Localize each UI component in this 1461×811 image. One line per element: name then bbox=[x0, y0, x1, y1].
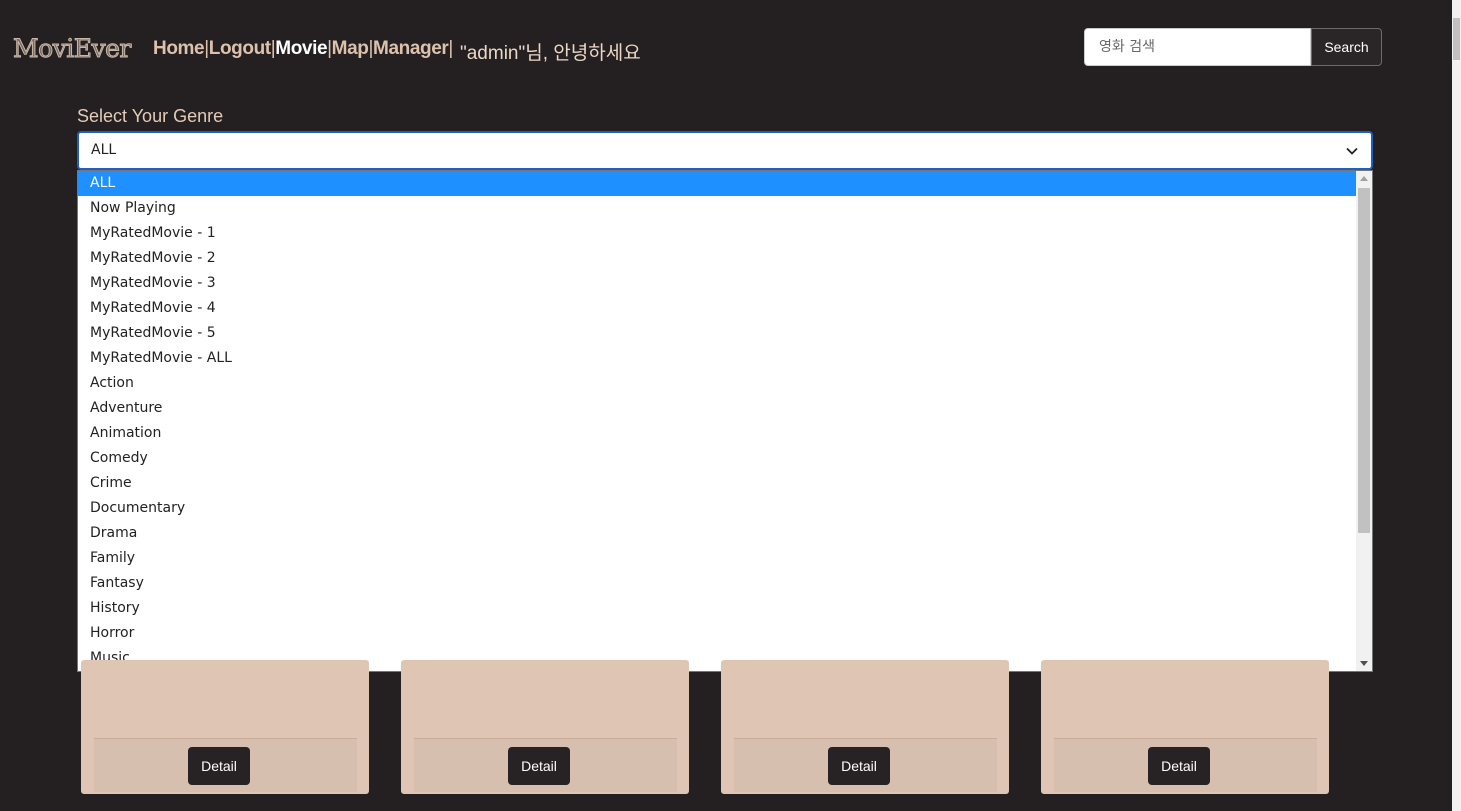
genre-select[interactable]: ALL bbox=[77, 131, 1373, 170]
genre-option[interactable]: MyRatedMovie - 4 bbox=[78, 296, 1356, 321]
genre-option[interactable]: Horror bbox=[78, 621, 1356, 646]
genre-option[interactable]: Documentary bbox=[78, 496, 1356, 521]
genre-select-value: ALL bbox=[91, 142, 117, 158]
genre-option[interactable]: Crime bbox=[78, 471, 1356, 496]
genre-label: Select Your Genre bbox=[77, 106, 224, 126]
scroll-down-arrow-icon[interactable] bbox=[1360, 661, 1368, 666]
genre-option[interactable]: Comedy bbox=[78, 446, 1356, 471]
genre-option[interactable]: MyRatedMovie - 5 bbox=[78, 321, 1356, 346]
dropdown-scrollbar[interactable] bbox=[1356, 171, 1372, 671]
movie-card: Detail bbox=[401, 660, 689, 794]
main-nav: Home|Logout|Movie|Map|Manager| bbox=[153, 38, 453, 60]
nav-home-link[interactable]: Home bbox=[153, 38, 205, 59]
genre-option[interactable]: MyRatedMovie - 3 bbox=[78, 271, 1356, 296]
genre-option[interactable]: Animation bbox=[78, 421, 1356, 446]
nav-logout-link[interactable]: Logout bbox=[209, 38, 271, 59]
nav-map-link[interactable]: Map bbox=[332, 38, 369, 59]
genre-dropdown-list: ALL Now Playing MyRatedMovie - 1 MyRatedMov… bbox=[77, 170, 1373, 672]
nav-separator: | bbox=[448, 38, 453, 59]
dropdown-scrollbar-thumb[interactable] bbox=[1358, 188, 1370, 533]
scroll-up-arrow-icon[interactable] bbox=[1360, 176, 1368, 181]
detail-button[interactable]: Detail bbox=[188, 747, 250, 785]
search-form: Search bbox=[1084, 28, 1382, 66]
genre-option[interactable]: Family bbox=[78, 546, 1356, 571]
genre-option[interactable]: History bbox=[78, 596, 1356, 621]
nav-manager-link[interactable]: Manager bbox=[373, 38, 449, 59]
detail-button[interactable]: Detail bbox=[508, 747, 570, 785]
user-greeting: "admin"님, 안녕하세요 bbox=[460, 43, 641, 64]
search-input[interactable] bbox=[1084, 28, 1311, 66]
genre-option[interactable]: MyRatedMovie - 2 bbox=[78, 246, 1356, 271]
genre-option[interactable]: Adventure bbox=[78, 396, 1356, 421]
page-scrollbar-thumb[interactable] bbox=[1453, 18, 1460, 60]
genre-option[interactable]: Action bbox=[78, 371, 1356, 396]
site-logo[interactable]: MoviEver bbox=[13, 34, 132, 64]
movie-card: Detail bbox=[1041, 660, 1329, 794]
genre-option[interactable]: Drama bbox=[78, 521, 1356, 546]
genre-option[interactable]: Now Playing bbox=[78, 196, 1356, 221]
genre-option[interactable]: Fantasy bbox=[78, 571, 1356, 596]
movie-card: Detail bbox=[81, 660, 369, 794]
page-scrollbar[interactable] bbox=[1452, 0, 1461, 811]
detail-button[interactable]: Detail bbox=[828, 747, 890, 785]
chevron-down-icon bbox=[1346, 147, 1358, 155]
genre-option[interactable]: MyRatedMovie - 1 bbox=[78, 221, 1356, 246]
nav-movie-link[interactable]: Movie bbox=[275, 38, 327, 59]
genre-option[interactable]: MyRatedMovie - ALL bbox=[78, 346, 1356, 371]
movie-card: Detail bbox=[721, 660, 1009, 794]
detail-button[interactable]: Detail bbox=[1148, 747, 1210, 785]
genre-option[interactable]: ALL bbox=[78, 171, 1356, 196]
search-button[interactable]: Search bbox=[1311, 28, 1382, 66]
